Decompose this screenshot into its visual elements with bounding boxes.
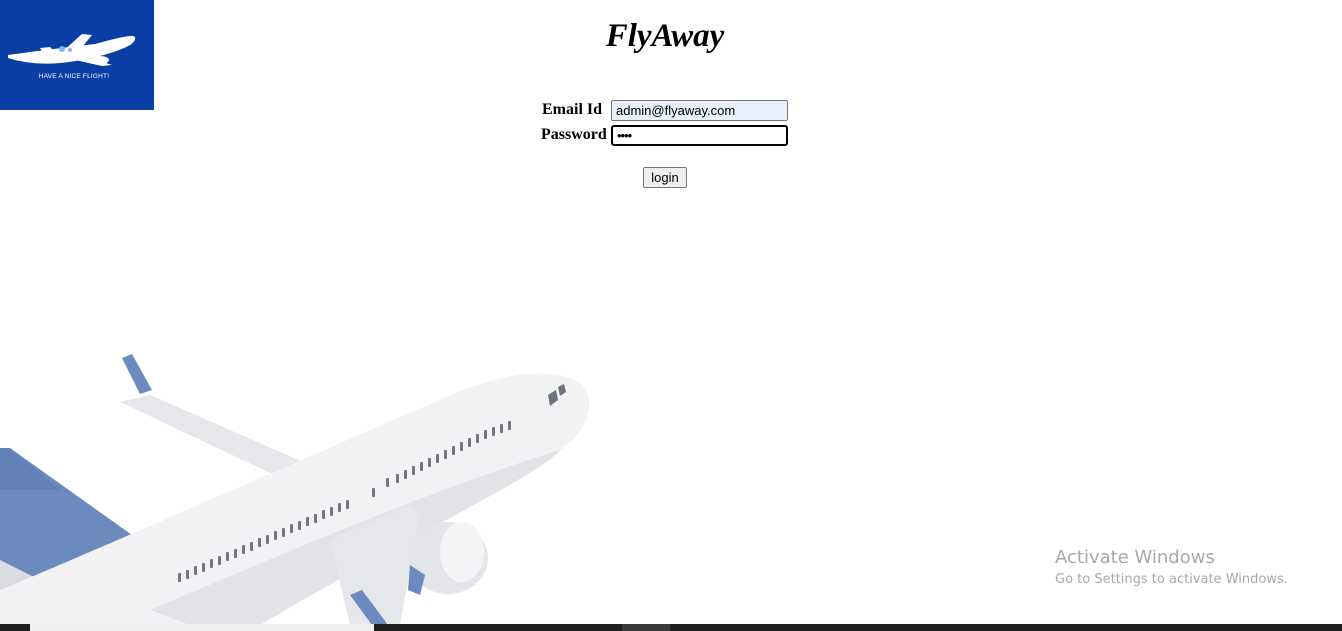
login-button[interactable]: login	[643, 167, 687, 188]
logo-tagline: HAVE A NICE FLIGHT!	[38, 73, 110, 80]
password-label: Password	[541, 126, 607, 143]
taskbar	[0, 624, 1342, 631]
activate-windows-watermark: Activate Windows Go to Settings to activ…	[1055, 546, 1288, 590]
brand-logo: HAVE A NICE FLIGHT!	[0, 0, 154, 110]
taskbar-app-button[interactable]	[622, 624, 670, 631]
password-field[interactable]	[611, 125, 788, 146]
activate-windows-title: Activate Windows	[1055, 547, 1215, 568]
airplane-logo-icon	[8, 34, 136, 66]
airplane-background-image	[0, 354, 590, 625]
activate-windows-subtitle: Go to Settings to activate Windows.	[1055, 572, 1288, 587]
email-label: Email Id	[542, 101, 603, 118]
page-title: FlyAway	[605, 18, 725, 54]
email-field[interactable]	[611, 100, 788, 121]
taskbar-search-box[interactable]	[30, 624, 374, 631]
